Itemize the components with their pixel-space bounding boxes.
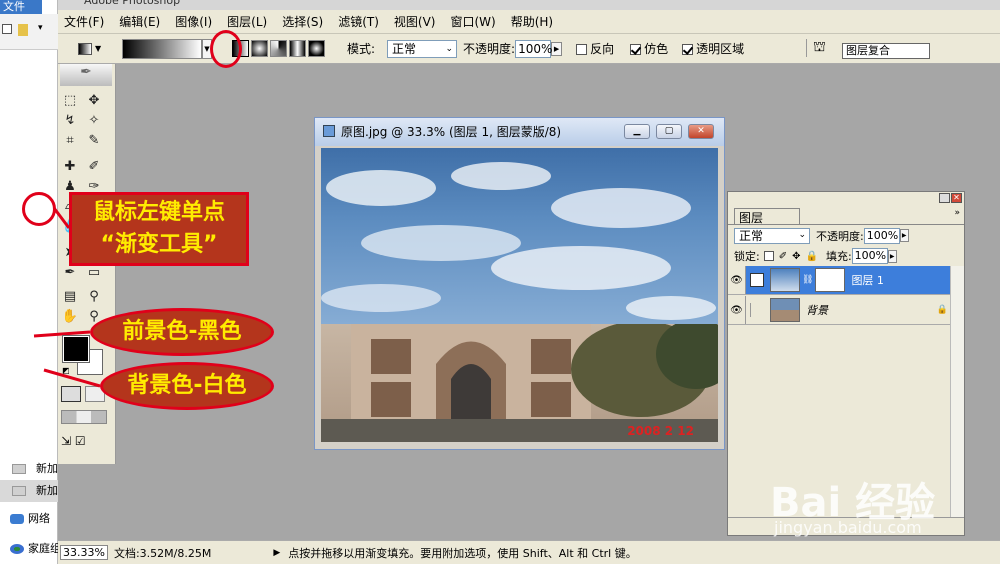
- maximize-button[interactable]: ▢: [656, 124, 682, 139]
- panel-minimize-button[interactable]: [939, 193, 950, 203]
- opacity-stepper[interactable]: ▶: [551, 41, 563, 56]
- nav-item-drive[interactable]: 新加: [0, 480, 58, 502]
- lock-row: 锁定: ✐ ✥ 🔒 填充: 100% ▶: [728, 246, 964, 266]
- reverse-checkbox[interactable]: [576, 44, 588, 55]
- chevron-down-icon: ⌄: [445, 43, 454, 54]
- transparency-checkbox[interactable]: [682, 44, 694, 55]
- lock-transparency-icon[interactable]: [763, 251, 774, 261]
- drive-icon: [12, 464, 26, 474]
- watermark-url: jingyan.baidu.com: [774, 518, 922, 537]
- date-stamp: 2008 2 12: [627, 424, 694, 438]
- opacity-label: 不透明度:: [463, 42, 516, 56]
- nav-item-network[interactable]: 网络: [0, 508, 58, 530]
- layer-row-background[interactable]: 👁 背景 🔒: [728, 296, 964, 325]
- chevron-down-icon: ⌄: [798, 229, 806, 240]
- fill-label: 填充:: [825, 250, 852, 263]
- status-hint: 点按并拖移以用渐变填充。要用附加选项，使用 Shift、Alt 和 Ctrl 键…: [288, 546, 637, 560]
- zoom-field[interactable]: 33.33%: [60, 545, 108, 560]
- annotation-arrows: [33, 207, 101, 388]
- blend-mode-select[interactable]: 正常 ⌄: [734, 227, 810, 244]
- eye-icon[interactable]: 👁: [728, 296, 746, 324]
- jump-to-imageready-button[interactable]: ⇲ ☑: [61, 434, 107, 450]
- lock-icon: 🔒: [936, 305, 948, 315]
- blend-mode-value: 正常: [739, 228, 764, 243]
- baidu-watermark: Bai 经验 jingyan.baidu.com: [760, 440, 980, 550]
- drive-icon: [12, 486, 26, 496]
- transparency-option[interactable]: 透明区域: [682, 40, 744, 57]
- lock-move-icon[interactable]: ✥: [792, 251, 800, 262]
- layer-thumbnail: [770, 298, 800, 322]
- tab-layers[interactable]: 图层: [734, 208, 800, 225]
- homegroup-icon: [10, 544, 24, 554]
- nav-item-drive[interactable]: 新加: [0, 458, 58, 480]
- sky-photo-region: [321, 148, 718, 324]
- photoshop-doc-icon: [323, 125, 335, 137]
- layer-mask-link-icon: [750, 273, 764, 287]
- transparency-label: 透明区域: [696, 42, 745, 56]
- foreground-color-swatch[interactable]: [62, 335, 90, 363]
- fill-input[interactable]: 100%: [851, 248, 888, 264]
- document-title: 原图.jpg @ 33.3% (图层 1, 图层蒙版/8): [341, 125, 562, 139]
- clouds-graphic: [321, 162, 716, 320]
- layer-comps-tab[interactable]: 图层复合: [842, 43, 930, 59]
- mode-select[interactable]: 正常 ⌄: [387, 39, 458, 58]
- nav-item-label: 新加: [36, 484, 58, 497]
- panel-close-button[interactable]: ✕: [951, 193, 962, 203]
- menu-window[interactable]: 窗口(W): [450, 13, 495, 30]
- reverse-label: 反向: [590, 42, 615, 56]
- layers-options-row: 正常 ⌄ 不透明度: 100% ▶: [728, 224, 964, 246]
- nav-item-label: 家庭组: [28, 542, 58, 555]
- nav-item-homegroup[interactable]: 家庭组: [0, 538, 58, 560]
- minimize-button[interactable]: ▁: [624, 124, 650, 139]
- document-title-bar[interactable]: 原图.jpg @ 33.3% (图层 1, 图层蒙版/8) ▁ ▢ ✕: [315, 118, 724, 146]
- lock-all-icon[interactable]: 🔒: [806, 251, 818, 262]
- screenshot-root: 文件 ▾ 新加 新加 网络 家庭组 Adobe Photoshop 文件(F) …: [0, 0, 1000, 564]
- layer-opacity-stepper[interactable]: ▶: [899, 229, 909, 242]
- mode-value: 正常: [392, 41, 417, 56]
- menu-view[interactable]: 视图(V): [394, 13, 436, 30]
- opacity-input[interactable]: 100%: [515, 39, 552, 58]
- layer-name: 背景: [806, 304, 828, 317]
- layer-link-slot: [750, 303, 764, 317]
- fill-stepper[interactable]: ▶: [887, 249, 897, 263]
- building-photo-region: 2008 2 12: [321, 319, 718, 442]
- reverse-option[interactable]: 反向: [576, 40, 614, 57]
- mode-label: 模式:: [347, 42, 376, 56]
- document-canvas[interactable]: 2008 2 12: [321, 148, 718, 442]
- layer-name: 图层 1: [851, 274, 884, 287]
- document-window: 原图.jpg @ 33.3% (图层 1, 图层蒙版/8) ▁ ▢ ✕ 2008…: [314, 117, 725, 450]
- eye-icon[interactable]: 👁: [728, 266, 746, 294]
- layer-mask-thumbnail: [815, 268, 846, 292]
- status-menu-arrow-icon[interactable]: ▶: [273, 548, 280, 558]
- nav-item-label: 新加: [36, 462, 58, 475]
- menu-filter[interactable]: 滤镜(T): [338, 13, 379, 30]
- close-button[interactable]: ✕: [688, 124, 714, 139]
- layer-opacity-label: 不透明度:: [816, 229, 864, 243]
- layer-row-layer1[interactable]: 👁 ⛓ 图层 1: [728, 266, 964, 295]
- lock-paint-icon[interactable]: ✐: [779, 251, 787, 262]
- dither-checkbox[interactable]: [630, 44, 642, 55]
- menu-help[interactable]: 帮助(H): [511, 13, 553, 30]
- panel-menu-icon[interactable]: »: [954, 208, 960, 218]
- nav-item-label: 网络: [28, 512, 50, 525]
- lock-label: 锁定:: [734, 250, 760, 263]
- network-icon: [10, 514, 24, 524]
- layer-opacity-input[interactable]: 100%: [863, 227, 900, 244]
- dither-option[interactable]: 仿色: [630, 40, 668, 57]
- diamond-gradient-button[interactable]: [308, 40, 325, 57]
- document-size: 文档:3.52M/8.25M: [113, 546, 212, 560]
- chain-link-icon[interactable]: ⛓: [802, 275, 813, 285]
- dither-label: 仿色: [644, 42, 669, 56]
- file-browser-icon[interactable]: ⛫: [806, 39, 826, 57]
- layer-thumbnail: [770, 268, 800, 292]
